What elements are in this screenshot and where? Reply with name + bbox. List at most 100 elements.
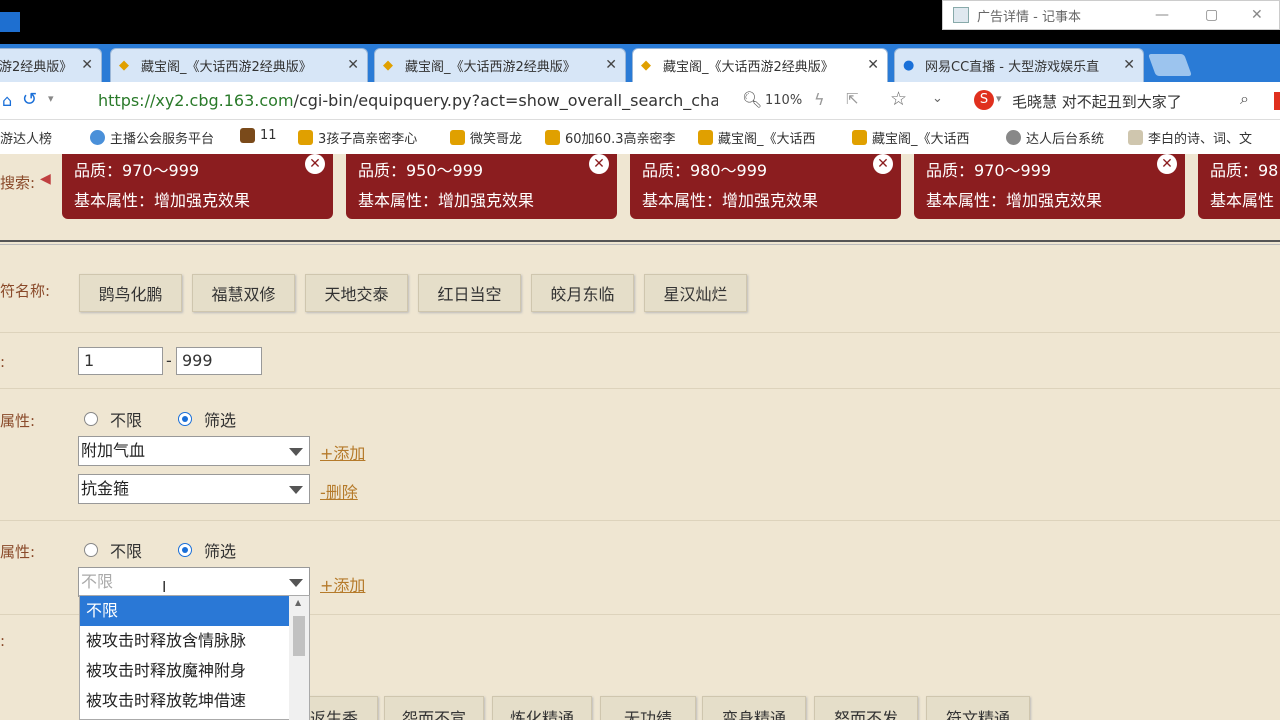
bookmark-item[interactable]: 达人后台系统 [1006,128,1104,147]
level-min-input[interactable]: 1 [78,347,163,375]
minimize-icon[interactable]: — [1155,7,1169,23]
dropdown-option[interactable]: 被攻击时释放魔神附身 [80,656,309,686]
bookmark-item[interactable]: 微笑哥龙 [450,128,522,147]
close-icon[interactable]: ✕ [589,154,609,174]
fuwen-option-button[interactable]: 鹍鸟化鹏 [79,274,182,312]
add-link[interactable]: +添加 [320,572,365,596]
radio-filter[interactable]: 筛选 [178,407,236,431]
browser-tab-active[interactable]: ◆ 藏宝阁_《大话西游2经典版》 ✕ [632,48,888,82]
fuwen-option-button[interactable]: 皎月东临 [531,274,634,312]
chevron-down-icon[interactable]: ▾ [996,92,1002,105]
attr-select-open[interactable]: 不限 [78,567,310,597]
bookmark-icon [1128,130,1143,145]
search-hint[interactable]: 毛晓慧 对不起丑到大家了 [1012,91,1182,112]
option-button[interactable]: 无功绩 [600,696,696,720]
bookmarks-bar: 游达人榜 主播公会服务平台 11 3孩子高亲密李心 微笑哥龙 60加60.3高亲… [0,120,1280,154]
bookmark-label: 藏宝阁_《大话西 [718,132,816,147]
filter-chip[interactable]: 品质：970～999 基本属性：增加强克效果 ✕ [62,154,333,219]
attr-dropdown-list[interactable]: 不限 被攻击时释放含情脉脉 被攻击时释放魔神附身 被攻击时释放乾坤借速 ▲ [79,595,310,720]
chevron-down-icon[interactable]: ▾ [48,92,54,105]
attr-select[interactable]: 抗金箍 [78,474,310,504]
option-button[interactable]: 炼化精通 [492,696,592,720]
bookmark-item[interactable]: 3孩子高亲密李心 [298,128,417,147]
maximize-icon[interactable]: ▢ [1205,7,1218,23]
close-icon[interactable]: ✕ [1251,7,1263,23]
attr-select[interactable]: 附加气血 [78,436,310,466]
bookmark-item[interactable]: 游达人榜 [0,128,52,147]
option-button[interactable]: 怒而不发 [814,696,918,720]
chip-quality: 品质：970～999 [74,161,200,180]
search-icon[interactable]: ⌕ [1240,89,1249,109]
bookmark-label: 3孩子高亲密李心 [318,132,418,147]
chevron-down-icon[interactable]: ⌄ [932,91,943,106]
dropdown-option-selected[interactable]: 不限 [80,596,309,626]
scrollbar-thumb[interactable] [293,616,305,656]
close-icon[interactable]: ✕ [81,57,93,73]
browser-tab[interactable]: 游2经典版》 ✕ [0,48,102,82]
radio-filter[interactable]: 筛选 [178,538,236,562]
divider [0,388,1280,389]
tab-label: 游2经典版》 [0,60,73,75]
add-link[interactable]: +添加 [320,440,365,464]
level-max-input[interactable]: 999 [176,347,262,375]
home-icon[interactable]: ⌂ [2,91,12,110]
option-button[interactable]: 符文精通 [926,696,1030,720]
zoom-icon[interactable]: 🔍︎ [742,90,762,109]
radio-label: 不限 [110,411,143,430]
browser-tab[interactable]: ● 网易CC直播 - 大型游戏娱乐直 ✕ [894,48,1144,82]
remove-link[interactable]: -删除 [320,479,358,503]
zoom-level[interactable]: 110% [765,93,802,108]
radio-unlimited[interactable]: 不限 [84,407,142,431]
lightning-icon[interactable]: ϟ [814,90,825,109]
select-value: 抗金箍 [81,479,130,498]
fuwen-option-button[interactable]: 红日当空 [418,274,521,312]
new-tab-button[interactable] [1147,54,1193,76]
dropdown-option[interactable]: 被攻击时释放含情脉脉 [80,626,309,656]
fuwen-option-button[interactable]: 星汉灿烂 [644,274,747,312]
bookmark-item[interactable]: 主播公会服务平台 [90,128,214,147]
radio-unlimited[interactable]: 不限 [84,538,142,562]
option-button[interactable]: 怨而不宣 [384,696,484,720]
close-icon[interactable]: ✕ [305,154,325,174]
browser-tab[interactable]: ◆ 藏宝阁_《大话西游2经典版》 ✕ [110,48,368,82]
share-icon[interactable]: ⇱ [846,90,859,108]
chip-attr: 基本属性：增加强克效果 [74,191,251,210]
close-icon[interactable]: ✕ [867,57,879,73]
bookmark-icon [90,130,105,145]
fuwen-option-button[interactable]: 福慧双修 [192,274,295,312]
fuwen-name-label: 符名称: [0,282,51,300]
option-button[interactable]: 变身精通 [702,696,806,720]
scroll-up-icon[interactable]: ▲ [295,598,301,607]
filter-chip[interactable]: 品质：970～999 基本属性：增加强克效果 ✕ [914,154,1185,219]
chevron-down-icon [289,486,303,494]
close-icon[interactable]: ✕ [605,57,617,73]
fuwen-option-button[interactable]: 天地交泰 [305,274,408,312]
bookmark-item[interactable]: 藏宝阁_《大话西 [852,128,970,147]
filter-chip[interactable]: 品质：950～999 基本属性：增加强克效果 ✕ [346,154,617,219]
address-bar: ⌂ ↺ ▾ https://xy2.cbg.163.com/cgi-bin/eq… [0,82,1280,120]
url-field[interactable]: https://xy2.cbg.163.com/cgi-bin/equipque… [98,91,718,110]
scroll-left-icon[interactable]: ◀ [40,171,51,187]
browser-tab[interactable]: ◆ 藏宝阁_《大话西游2经典版》 ✕ [374,48,626,82]
bookmark-label: 主播公会服务平台 [110,132,215,147]
dropdown-option[interactable]: 被攻击时释放乾坤借速 [80,686,309,716]
tab-label: 藏宝阁_《大话西游2经典版》 [141,60,312,75]
filter-chip[interactable]: 品质：980～999 基本属性：增加强克效果 ✕ [630,154,901,219]
extension-icon[interactable] [1274,92,1280,110]
undo-icon[interactable]: ↺ [22,89,37,110]
close-icon[interactable]: ✕ [1123,57,1135,73]
dropdown-scrollbar[interactable]: ▲ [289,596,309,720]
notepad-window[interactable]: 广告详情 - 记事本 — ▢ ✕ [942,0,1280,30]
bookmark-item[interactable]: 藏宝阁_《大话西 [698,128,816,147]
radio-circle-selected [178,543,192,557]
bookmark-item[interactable]: 60加60.3高亲密李 [545,128,676,147]
close-icon[interactable]: ✕ [873,154,893,174]
close-icon[interactable]: ✕ [347,57,359,73]
star-icon[interactable]: ☆ [890,88,907,110]
filter-chip[interactable]: 品质：98 基本属性 [1198,154,1280,219]
bookmark-item[interactable]: 11 [240,128,277,143]
close-icon[interactable]: ✕ [1157,154,1177,174]
sogou-search-icon[interactable]: S [974,90,994,110]
url-host: https://xy2.cbg.163.com [98,91,294,110]
bookmark-item[interactable]: 李白的诗、词、文 [1128,128,1252,147]
